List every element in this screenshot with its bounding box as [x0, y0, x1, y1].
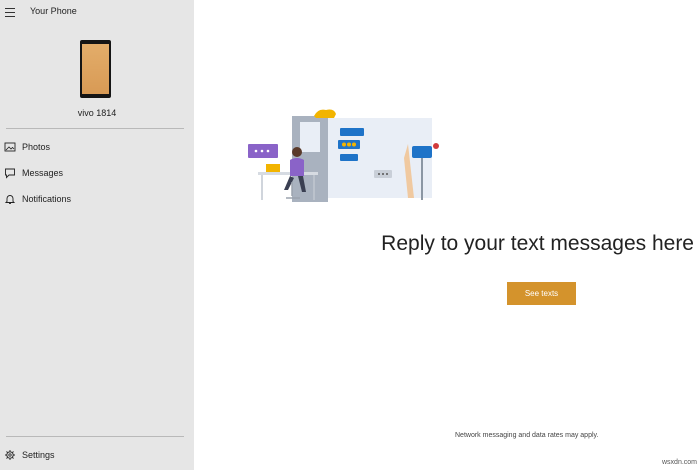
- sidebar-item-label: Settings: [22, 450, 55, 460]
- phone-screen: [82, 44, 109, 94]
- footnote-text: Network messaging and data rates may app…: [455, 432, 599, 439]
- illustration-laptop: [266, 164, 280, 172]
- illustration-bubble-small: [340, 154, 358, 161]
- sidebar-item-label: Photos: [22, 142, 51, 152]
- illustration-person-body: [290, 158, 304, 176]
- sidebar-item-notifications[interactable]: Notifications: [0, 189, 194, 211]
- illustration-door-window: [300, 122, 320, 152]
- sidebar-item-settings[interactable]: Settings: [0, 445, 194, 467]
- see-texts-button[interactable]: See texts: [507, 282, 576, 305]
- sidebar-item-label: Messages: [22, 168, 64, 178]
- photo-icon: [4, 142, 16, 152]
- sidebar: Your Phone vivo 1814 Photos Messages Not…: [0, 0, 194, 470]
- sidebar-item-label: Notifications: [22, 194, 72, 204]
- phone-image: [80, 40, 111, 98]
- device-name: vivo 1814: [77, 108, 117, 118]
- hamburger-menu-icon[interactable]: [4, 6, 16, 18]
- messaging-illustration: [248, 109, 439, 202]
- illustration-desk: [258, 172, 318, 175]
- illustration-person-head: [292, 147, 302, 157]
- app-window: Your Phone vivo 1814 Photos Messages Not…: [0, 0, 700, 470]
- bell-icon: [4, 195, 16, 204]
- illustration-cat: [314, 109, 336, 118]
- sidebar-divider-top: [6, 128, 184, 129]
- page-headline: Reply to your text messages here: [381, 232, 694, 255]
- app-title: Your Phone: [30, 6, 77, 16]
- illustration-bubble-blue: [340, 128, 364, 136]
- title-bar: Your Phone: [0, 0, 194, 24]
- message-icon: [5, 168, 15, 179]
- illustration-mailbox: [412, 146, 432, 158]
- sidebar-item-messages[interactable]: Messages: [0, 163, 194, 185]
- gear-icon: [5, 450, 15, 460]
- watermark-text: wsxdn.com: [662, 459, 698, 466]
- sidebar-divider-bottom: [6, 436, 184, 437]
- sidebar-item-photos[interactable]: Photos: [0, 137, 194, 159]
